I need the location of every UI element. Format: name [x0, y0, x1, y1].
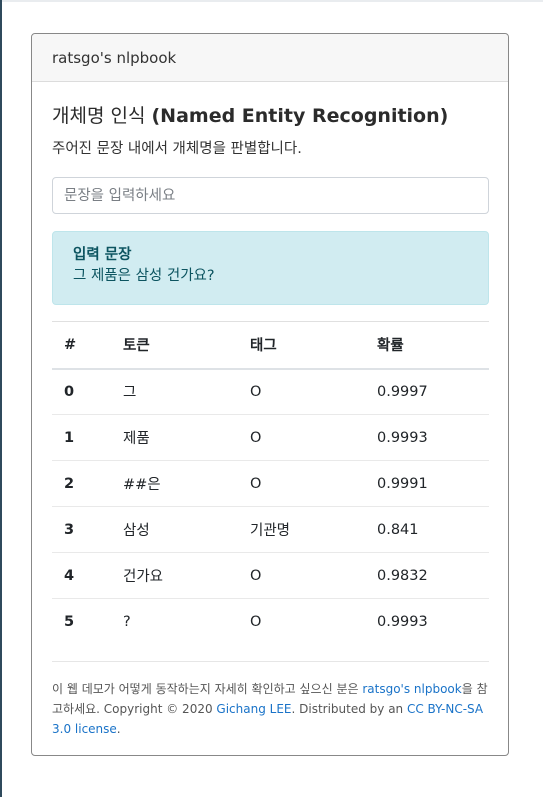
card-header: ratsgo's nlpbook [32, 34, 508, 82]
row-tag: O [238, 552, 365, 599]
row-tag: O [238, 368, 365, 415]
row-index: 5 [52, 598, 111, 645]
row-token: ? [111, 598, 238, 645]
row-index: 3 [52, 506, 111, 553]
row-tag: 기관명 [238, 506, 365, 553]
row-probability: 0.841 [365, 506, 489, 553]
row-tag: O [238, 414, 365, 461]
row-index: 0 [52, 368, 111, 415]
row-token: 그 [111, 368, 238, 415]
page-title-en: (Named Entity Recognition) [151, 105, 449, 127]
footer-text: 이 웹 데모가 어떻게 동작하는지 자세히 확인하고 싶으신 분은 [52, 681, 363, 696]
row-probability: 0.9997 [365, 368, 489, 415]
row-probability: 0.9832 [365, 552, 489, 599]
top-divider [2, 0, 543, 2]
table-row: 2 ##은 O 0.9991 [52, 460, 489, 507]
page-title-ko: 개체명 인식 [52, 105, 146, 127]
demo-card: ratsgo's nlpbook 개체명 인식 (Named Entity Re… [31, 33, 509, 756]
table-row: 3 삼성 기관명 0.841 [52, 506, 489, 553]
row-probability: 0.9993 [365, 598, 489, 645]
footer-text: . [116, 721, 121, 736]
table-row: 1 제품 O 0.9993 [52, 414, 489, 461]
footer-text: . Distributed by an [291, 701, 407, 716]
row-token: 삼성 [111, 506, 238, 553]
row-tag: O [238, 460, 365, 507]
row-index: 2 [52, 460, 111, 507]
alert-heading: 입력 문장 [73, 247, 132, 263]
table-row: 0 그 O 0.9997 [52, 368, 489, 415]
header-tag: 태그 [238, 321, 365, 370]
author-link[interactable]: Gichang LEE [216, 702, 291, 716]
table-row: 4 건가요 O 0.9832 [52, 552, 489, 599]
alert-sentence: 그 제품은 삼성 건가요? [73, 268, 215, 284]
table-row: 5 ? O 0.9993 [52, 598, 489, 645]
footer-note: 이 웹 데모가 어떻게 동작하는지 자세히 확인하고 싶으신 분은 ratsgo… [52, 660, 489, 739]
row-probability: 0.9993 [365, 414, 489, 461]
row-token: 제품 [111, 414, 238, 461]
card-body: 개체명 인식 (Named Entity Recognition) 주어진 문장… [32, 104, 508, 739]
input-sentence-alert: 입력 문장 그 제품은 삼성 건가요? [52, 231, 489, 305]
nlpbook-link[interactable]: ratsgo's nlpbook [362, 682, 461, 696]
ner-result-table: # 토큰 태그 확률 0 그 O 0.9997 1 제품 O 0.9993 2 … [52, 321, 489, 645]
row-index: 1 [52, 414, 111, 461]
header-index: # [52, 321, 111, 370]
table-header-row: # 토큰 태그 확률 [52, 321, 489, 370]
sentence-input[interactable] [52, 177, 489, 214]
header-probability: 확률 [365, 321, 489, 370]
row-probability: 0.9991 [365, 460, 489, 507]
row-index: 4 [52, 552, 111, 599]
window-left-edge [0, 0, 2, 797]
page-title: 개체명 인식 (Named Entity Recognition) [52, 104, 488, 128]
page-description: 주어진 문장 내에서 개체명을 판별합니다. [52, 141, 302, 157]
row-token: ##은 [111, 460, 238, 507]
row-tag: O [238, 598, 365, 645]
header-token: 토큰 [111, 321, 238, 370]
row-token: 건가요 [111, 552, 238, 599]
